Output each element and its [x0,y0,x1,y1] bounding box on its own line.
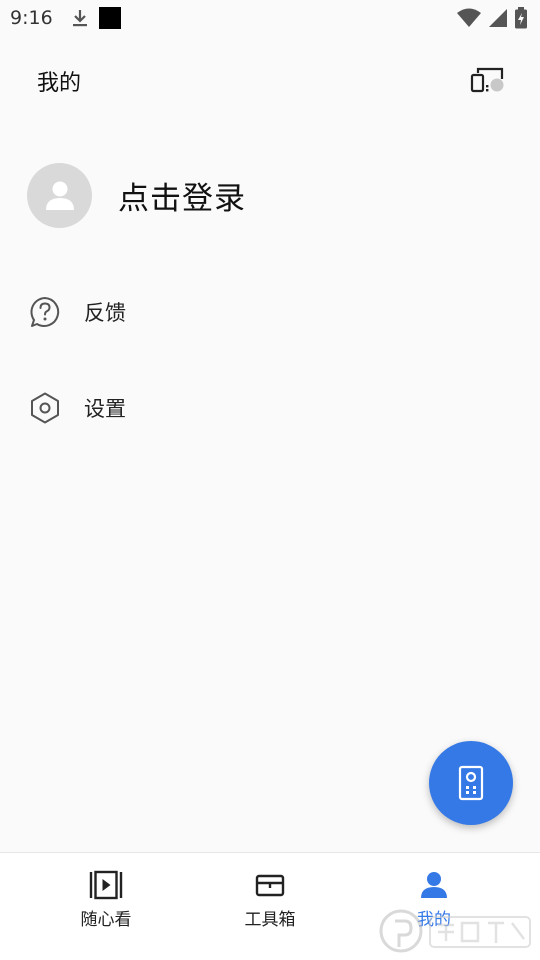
login-label[interactable]: 点击登录 [118,173,246,218]
square-notification-icon [98,7,121,29]
video-play-icon [89,869,123,901]
page-title: 我的 [37,71,82,96]
menu-item-feedback[interactable]: 反馈 [28,292,126,332]
remote-control-icon [458,765,484,801]
screen-cast-button[interactable] [470,65,506,97]
signal-icon [489,9,507,27]
watermark-logo [379,909,531,953]
menu-item-label: 设置 [84,397,126,421]
status-bar: 9:16 [0,0,540,36]
nav-label: 随心看 [80,910,132,930]
battery-charging-icon [515,7,527,29]
nav-item-random-watch[interactable]: 随心看 [56,869,156,930]
help-circle-icon [28,295,62,329]
nav-label: 工具箱 [244,910,296,930]
remote-control-fab[interactable] [429,741,513,825]
status-right [456,7,528,29]
app-header: 我的 [0,50,540,112]
wifi-icon [457,8,481,27]
login-row[interactable]: 点击登录 [27,162,246,228]
menu-item-settings[interactable]: 设置 [28,388,126,428]
download-icon [72,10,87,27]
status-time: 9:16 [10,7,53,29]
screen-cast-icon [470,67,504,93]
status-left: 9:16 [10,7,121,29]
hexagon-settings-icon [28,391,62,425]
nav-item-toolbox[interactable]: 工具箱 [220,869,320,930]
user-avatar-icon [45,181,74,210]
toolbox-icon [253,869,287,901]
menu-item-label: 反馈 [84,301,126,325]
avatar[interactable] [27,162,92,228]
